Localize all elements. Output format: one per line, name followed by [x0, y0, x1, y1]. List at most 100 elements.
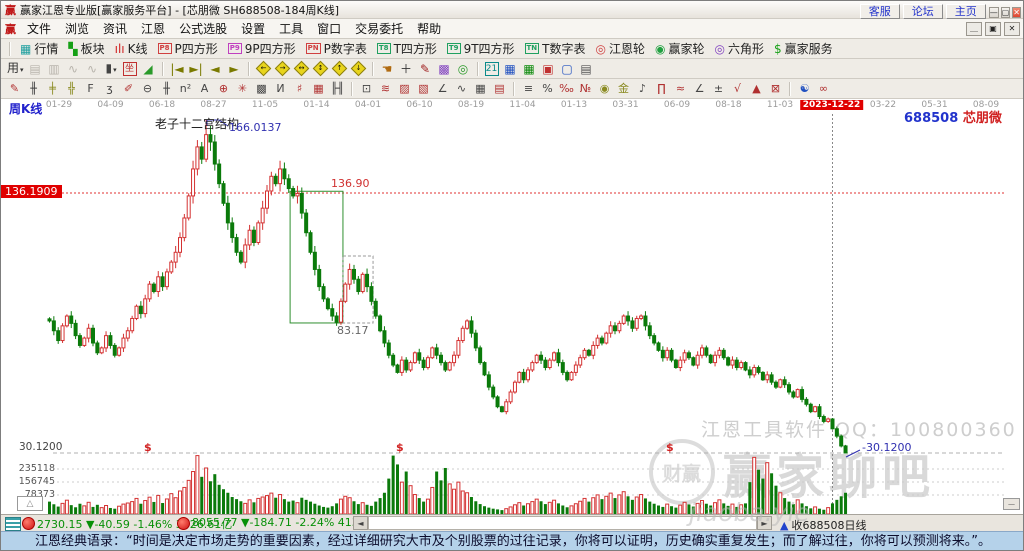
curve-tool-icon[interactable]: ʒ — [102, 80, 117, 98]
fan-tool-icon[interactable]: ≋ — [378, 80, 393, 98]
drag-hand-icon[interactable]: ☚ — [380, 60, 395, 78]
9p-square-button[interactable]: P9 9P四方形 — [223, 40, 301, 57]
sector-button[interactable]: ▚ 板块 — [63, 40, 109, 57]
flag-icon[interactable]: ◢ — [141, 60, 156, 78]
grid2-tool-icon[interactable]: ▦ — [311, 80, 326, 98]
wave-n-icon[interactable]: И — [273, 80, 288, 98]
lines-tool-icon[interactable]: ≡ — [521, 80, 536, 98]
pen2-tool-icon[interactable]: ✐ — [121, 80, 136, 98]
mini-chart-icon[interactable]: ∿ — [66, 60, 81, 78]
fence2-tool-icon[interactable]: ╬ — [64, 80, 79, 98]
expand-v-icon[interactable]: ↕ — [312, 60, 328, 77]
gold-tool-icon[interactable]: 金 — [616, 80, 631, 98]
menu-帮助[interactable]: 帮助 — [410, 20, 448, 37]
brush-icon[interactable]: ✎ — [418, 60, 433, 78]
kline-button[interactable]: ılı K线 — [110, 40, 153, 57]
maximize-button[interactable]: ▢ — [1000, 7, 1011, 18]
prev-bar-icon[interactable]: ◄ — [208, 60, 223, 78]
mdi-minimize-button[interactable]: ＿ — [966, 21, 982, 36]
minimize-button[interactable]: — — [988, 7, 999, 18]
winner-service-button[interactable]: $ 赢家服务 — [769, 40, 838, 57]
sine-tool-icon[interactable]: ∿ — [454, 80, 469, 98]
crosshair-icon[interactable]: ＋ — [399, 60, 414, 78]
9t-square-button[interactable]: T9 9T四方形 — [442, 40, 520, 57]
t-square-button[interactable]: T8 T四方形 — [372, 40, 442, 57]
first-page-icon[interactable]: |◄ — [170, 60, 185, 78]
titlebar-link-1[interactable]: 论坛 — [902, 4, 943, 19]
percent-tool-icon[interactable]: % — [540, 80, 555, 98]
sharp-tool-icon[interactable]: ♯ — [292, 80, 307, 98]
export-icon[interactable]: ▢ — [560, 60, 575, 78]
shift-left-icon[interactable]: ← — [255, 60, 271, 77]
menu-公式选股[interactable]: 公式选股 — [172, 20, 234, 37]
circle-plus-icon[interactable]: ⊕ — [216, 80, 231, 98]
box-tool-icon[interactable]: ▩ — [254, 80, 269, 98]
window-tool-icon[interactable]: ⊡ — [359, 80, 374, 98]
szse-index-icon[interactable] — [177, 517, 190, 530]
coordinate-icon[interactable]: 坐 — [122, 61, 137, 76]
band-tool-icon[interactable]: ▤ — [492, 80, 507, 98]
grid-tool-icon[interactable]: ╫ — [26, 80, 41, 98]
fence-tool-icon[interactable]: ╪ — [45, 80, 60, 98]
titlebar-link-0[interactable]: 客服 — [859, 4, 900, 19]
plusminus-tool-icon[interactable]: ± — [711, 80, 726, 98]
pen-tool-icon[interactable]: ✎ — [7, 80, 22, 98]
number-tool-icon[interactable]: № — [578, 80, 593, 98]
mdi-restore-button[interactable]: ▣ — [985, 21, 1001, 36]
mdi-close-button[interactable]: ✕ — [1004, 21, 1020, 36]
menu-工具[interactable]: 工具 — [272, 20, 310, 37]
note-tool-icon[interactable]: ♪ — [635, 80, 650, 98]
spiral-icon[interactable]: ◎ — [456, 60, 471, 78]
shade-tool-icon[interactable]: ▨ — [397, 80, 412, 98]
p-digit-button[interactable]: PN P数字表 — [301, 40, 372, 57]
kline-chart-panel[interactable]: 江恩工具软件 QQ：100800360 财赢 赢家聊吧 $ $ $ 01-29 04-… — [1, 99, 1023, 514]
angle2-tool-icon[interactable]: ∠ — [692, 80, 707, 98]
period-menu-icon[interactable]: 用▾ — [7, 59, 24, 79]
expand-h-icon[interactable]: ↔ — [293, 60, 309, 77]
menu-文件[interactable]: 文件 — [20, 20, 58, 37]
menu-浏览[interactable]: 浏览 — [58, 20, 96, 37]
overlay-icon[interactable]: ▤ — [28, 60, 43, 78]
f-tool-icon[interactable]: F — [83, 80, 98, 98]
yinyang-icon[interactable]: ☯ — [797, 80, 812, 98]
collapse-panel-button[interactable]: — — [1003, 498, 1020, 510]
triangle-tool-icon[interactable]: ▲ — [749, 80, 764, 98]
mini-chart2-icon[interactable]: ∿ — [85, 60, 100, 78]
quote-button[interactable]: ▦ 行情 — [15, 40, 63, 57]
chart-scrollbar[interactable] — [368, 516, 757, 530]
star-tool-icon[interactable]: ✳ — [235, 80, 250, 98]
winner-wheel-button[interactable]: ◉ 赢家轮 — [650, 40, 710, 57]
mesh-tool-icon[interactable]: ▦ — [473, 80, 488, 98]
menu-窗口[interactable]: 窗口 — [310, 20, 348, 37]
candle-style-icon[interactable]: ▮▾ — [104, 59, 119, 79]
target-tool-icon[interactable]: ◉ — [597, 80, 612, 98]
grid-net-icon[interactable]: ▩ — [437, 60, 452, 78]
close-button[interactable]: ✕ — [1012, 7, 1021, 18]
scroll-left-button[interactable]: ◄ — [353, 516, 368, 530]
permille-tool-icon[interactable]: ‰ — [559, 80, 574, 98]
market-grid-icon[interactable] — [5, 517, 21, 531]
rail-tool-icon[interactable]: ╟╢ — [330, 80, 345, 98]
shift-right-icon[interactable]: → — [274, 60, 290, 77]
approx-tool-icon[interactable]: ≈ — [673, 80, 688, 98]
menu-江恩[interactable]: 江恩 — [134, 20, 172, 37]
boxx-tool-icon[interactable]: ⊠ — [768, 80, 783, 98]
titlebar-link-2[interactable]: 主页 — [945, 4, 986, 19]
root-tool-icon[interactable]: √ — [730, 80, 745, 98]
angle-tool-icon[interactable]: ∠ — [435, 80, 450, 98]
n2-tool-icon[interactable]: n² — [178, 80, 193, 98]
zoom-out-icon[interactable]: ↓ — [350, 60, 366, 77]
calculator-icon[interactable]: ▦ — [503, 60, 518, 78]
hatch-tool-icon[interactable]: ╫ — [159, 80, 174, 98]
next-bar-icon[interactable]: ► — [227, 60, 242, 78]
menu-资讯[interactable]: 资讯 — [96, 20, 134, 37]
menu-交易委托[interactable]: 交易委托 — [348, 20, 410, 37]
save-icon[interactable]: ▣ — [541, 60, 556, 78]
t-digit-button[interactable]: TN T数字表 — [520, 40, 591, 57]
last-page-icon[interactable]: ►| — [189, 60, 204, 78]
p-square-button[interactable]: P8 P四方形 — [153, 40, 223, 57]
scroll-right-button[interactable]: ► — [757, 516, 772, 530]
sse-index-icon[interactable] — [22, 517, 35, 530]
gann-wheel-button[interactable]: ◎ 江恩轮 — [591, 40, 651, 57]
zoom-in-icon[interactable]: ↑ — [331, 60, 347, 77]
